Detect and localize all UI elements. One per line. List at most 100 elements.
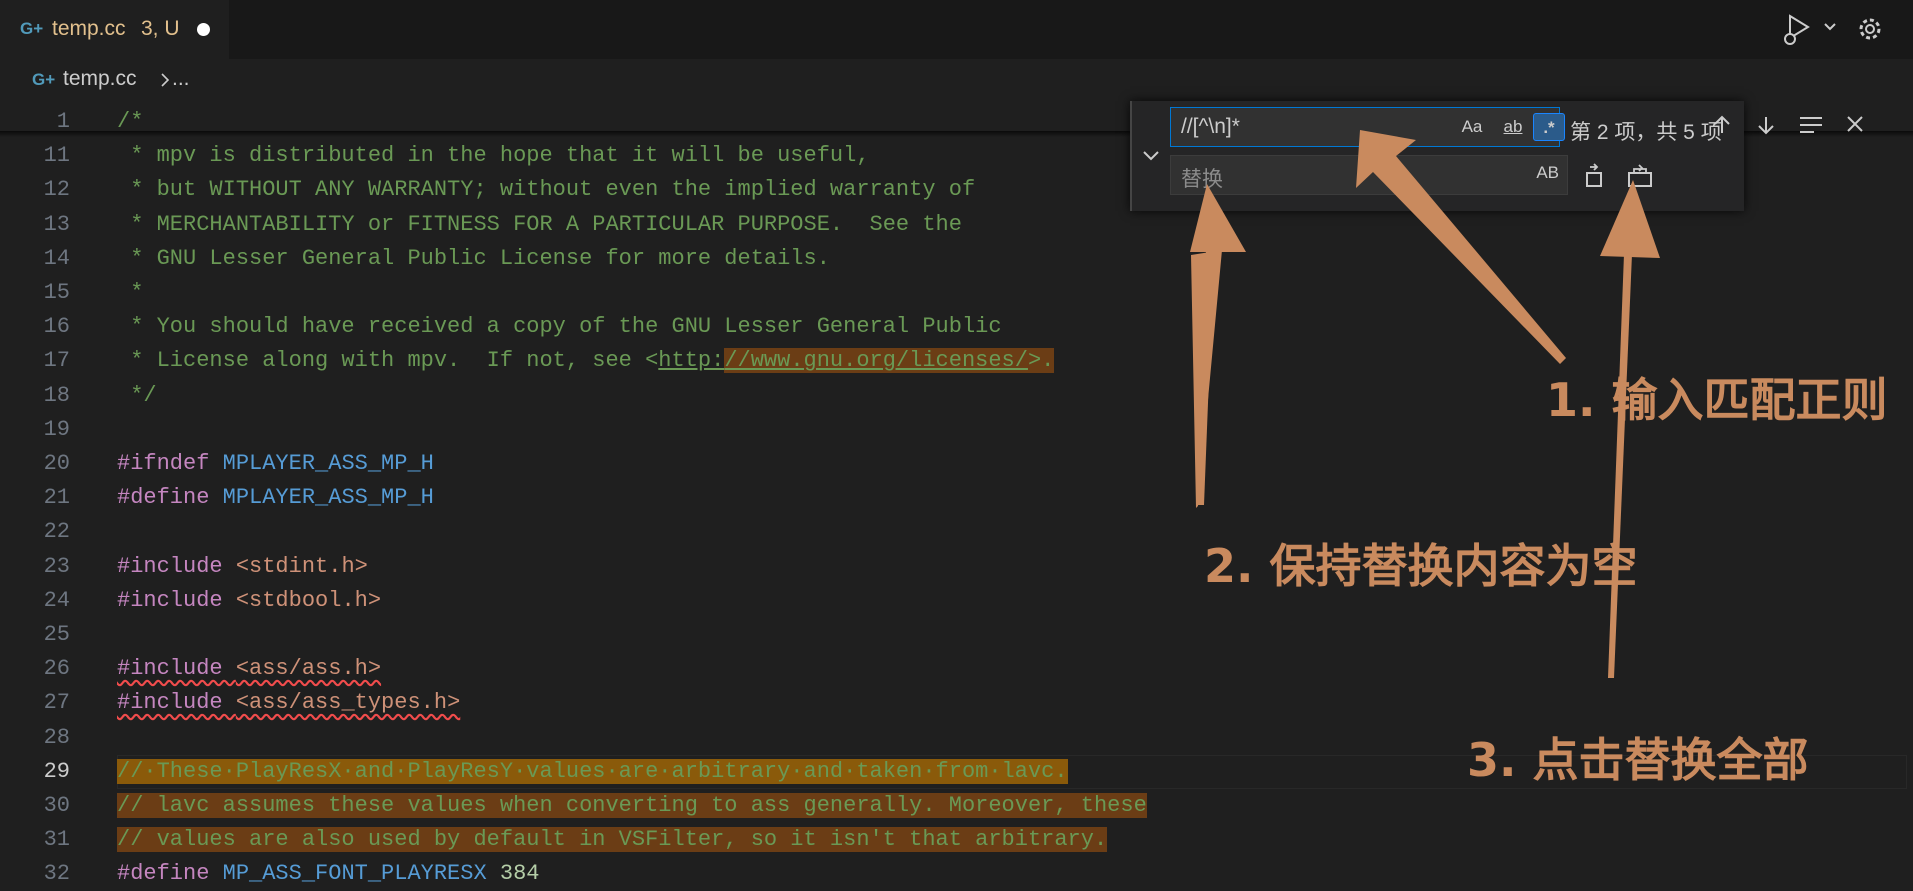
preserve-case-toggle[interactable]: AB: [1536, 163, 1559, 183]
regex-toggle[interactable]: .*: [1533, 113, 1565, 141]
line-number: 27: [43, 690, 70, 716]
line-number: 13: [43, 211, 70, 237]
line-code: // values are also used by default in VS…: [117, 823, 1108, 857]
code-token: #include: [117, 587, 236, 613]
code-token: MPLAYER_ASS_MP_H: [222, 485, 434, 511]
line-number: 17: [43, 348, 70, 374]
replace-input[interactable]: 替换 AB: [1170, 155, 1568, 195]
code-line[interactable]: 31 // values are also used by default in …: [0, 823, 1913, 857]
annotation-step1: 1. 输入匹配正则: [1546, 373, 1888, 427]
tab-bar: G+ temp.cc 3, U: [0, 0, 1913, 59]
line-number: 30: [43, 793, 70, 818]
code-token: <stdint.h>: [235, 553, 368, 579]
code-line[interactable]: 25: [0, 618, 1913, 652]
find-replace-widget: //[^\n]* Aa ab .* 第 2 项，共 5 项 替换 AB: [1130, 101, 1863, 211]
line-code: * License along with mpv. If not, see <h…: [117, 344, 1055, 378]
code-line[interactable]: 15 *: [0, 276, 1913, 310]
code-token: <ass/ass.h>: [235, 656, 382, 682]
code-line[interactable]: 21 #define MPLAYER_ASS_MP_H: [0, 481, 1913, 515]
breadcrumb-more[interactable]: ...: [172, 67, 190, 91]
line-code: #include <stdbool.h>: [117, 584, 381, 618]
line-number: 24: [43, 587, 70, 613]
code-token: >.: [1027, 348, 1055, 374]
code-token: * License along with mpv. If not, see <: [117, 348, 659, 374]
code-line[interactable]: 20 #ifndef MPLAYER_ASS_MP_H: [0, 447, 1913, 481]
replace-icon[interactable]: [1582, 163, 1606, 189]
code-line[interactable]: 13 * MERCHANTABILITY or FITNESS FOR A PA…: [0, 208, 1913, 242]
line-code: //·These·PlayResX·and·PlayResY·values·ar…: [117, 755, 1068, 789]
code-token: */: [117, 382, 157, 408]
annotation-step3: 3. 点击替换全部: [1467, 733, 1809, 787]
line-number: 31: [43, 827, 70, 853]
annotation-step2: 2. 保持替换内容为空: [1204, 539, 1638, 593]
tab-status: 3, U: [141, 17, 180, 40]
previous-match-arrow-up-icon[interactable]: [1710, 113, 1734, 137]
line-number: 26: [43, 656, 70, 682]
code-line[interactable]: 30 // lavc assumes these values when conv…: [0, 789, 1913, 823]
close-icon[interactable]: [1844, 113, 1866, 135]
line-code: * You should have received a copy of the…: [117, 310, 1002, 344]
breadcrumb-file[interactable]: temp.cc: [63, 67, 137, 91]
next-match-arrow-down-icon[interactable]: [1754, 113, 1778, 137]
code-token: #include: [117, 553, 236, 579]
line-number: 25: [43, 622, 70, 647]
replace-placeholder: 替换: [1181, 168, 1223, 191]
code-token: // lavc assumes these values when conver…: [117, 793, 1147, 818]
line-number: 23: [43, 553, 70, 579]
code-line[interactable]: 32 #define MP_ASS_FONT_PLAYRESX 384: [0, 857, 1913, 891]
line-code: #include <ass/ass_types.h>: [117, 686, 460, 720]
toggle-replace-chevron-icon[interactable]: [1140, 144, 1162, 166]
find-in-selection-icon[interactable]: [1798, 113, 1824, 137]
line-number: 12: [43, 177, 70, 203]
line-number: 22: [43, 519, 70, 545]
code-token: * GNU Lesser General Public License for …: [117, 245, 830, 271]
code-line[interactable]: 27 #include <ass/ass_types.h>: [0, 686, 1913, 720]
code-token: MPLAYER_ASS_MP_H: [222, 451, 434, 476]
chevron-down-icon[interactable]: [1823, 20, 1837, 34]
code-token: *: [117, 280, 144, 305]
find-input[interactable]: //[^\n]* Aa ab .*: [1170, 107, 1565, 147]
line-code: // lavc assumes these values when conver…: [117, 789, 1147, 823]
code-line[interactable]: 14 * GNU Lesser General Public License f…: [0, 242, 1913, 276]
line-number: 29: [43, 758, 70, 784]
tab-filename: temp.cc: [52, 17, 126, 40]
code-token: * mpv is distributed in the hope that it…: [117, 143, 870, 169]
code-token: MP_ASS_FONT_PLAYRESX: [222, 861, 487, 887]
tab-temp-cc[interactable]: G+ temp.cc 3, U: [0, 0, 229, 59]
line-number: 32: [43, 861, 70, 887]
line-number: 16: [43, 314, 70, 340]
code-token: //·These·PlayResX·and·PlayResY·values·ar…: [117, 758, 1068, 784]
line-code: #define MPLAYER_ASS_MP_H: [117, 481, 434, 515]
gear-icon[interactable]: [1856, 15, 1884, 43]
replace-all-icon[interactable]: [1626, 163, 1654, 189]
whole-word-toggle[interactable]: ab: [1495, 113, 1531, 141]
line-code: */: [117, 379, 157, 413]
line-code: * MERCHANTABILITY or FITNESS FOR A PARTI…: [117, 208, 962, 242]
line-number: 19: [43, 416, 70, 442]
line-code: * but WITHOUT ANY WARRANTY; without even…: [117, 173, 975, 207]
code-token: * MERCHANTABILITY or FITNESS FOR A PARTI…: [117, 211, 962, 237]
cpp-file-icon: G+: [32, 70, 56, 89]
line-code: #define MP_ASS_FONT_PLAYRESX 384: [117, 857, 539, 891]
code-token: * You should have received a copy of the…: [117, 314, 1002, 340]
unsaved-dot-icon[interactable]: [197, 23, 210, 36]
line-number: 21: [43, 485, 70, 511]
run-debug-icon[interactable]: [1782, 12, 1818, 46]
match-case-toggle[interactable]: Aa: [1457, 113, 1487, 141]
code-token: #define: [117, 861, 223, 887]
code-token: // values are also used by default in VS…: [117, 827, 1108, 853]
line-number: 28: [43, 724, 70, 750]
find-query: //[^\n]*: [1181, 115, 1240, 138]
code-token: #ifndef: [117, 451, 223, 476]
line-number: 15: [43, 280, 70, 305]
line-code: #include <ass/ass.h>: [117, 652, 381, 686]
line-number: 20: [43, 451, 70, 476]
code-line[interactable]: 26 #include <ass/ass.h>: [0, 652, 1913, 686]
code-token: //www.gnu.org/licenses/: [724, 348, 1028, 374]
line-code: #ifndef MPLAYER_ASS_MP_H: [117, 447, 434, 481]
line-number: 11: [43, 143, 70, 169]
code-token: #include: [117, 656, 236, 682]
code-line[interactable]: 16 * You should have received a copy of …: [0, 310, 1913, 344]
code-token: <ass/ass_types.h>: [235, 690, 461, 716]
code-token: #define: [117, 485, 223, 511]
